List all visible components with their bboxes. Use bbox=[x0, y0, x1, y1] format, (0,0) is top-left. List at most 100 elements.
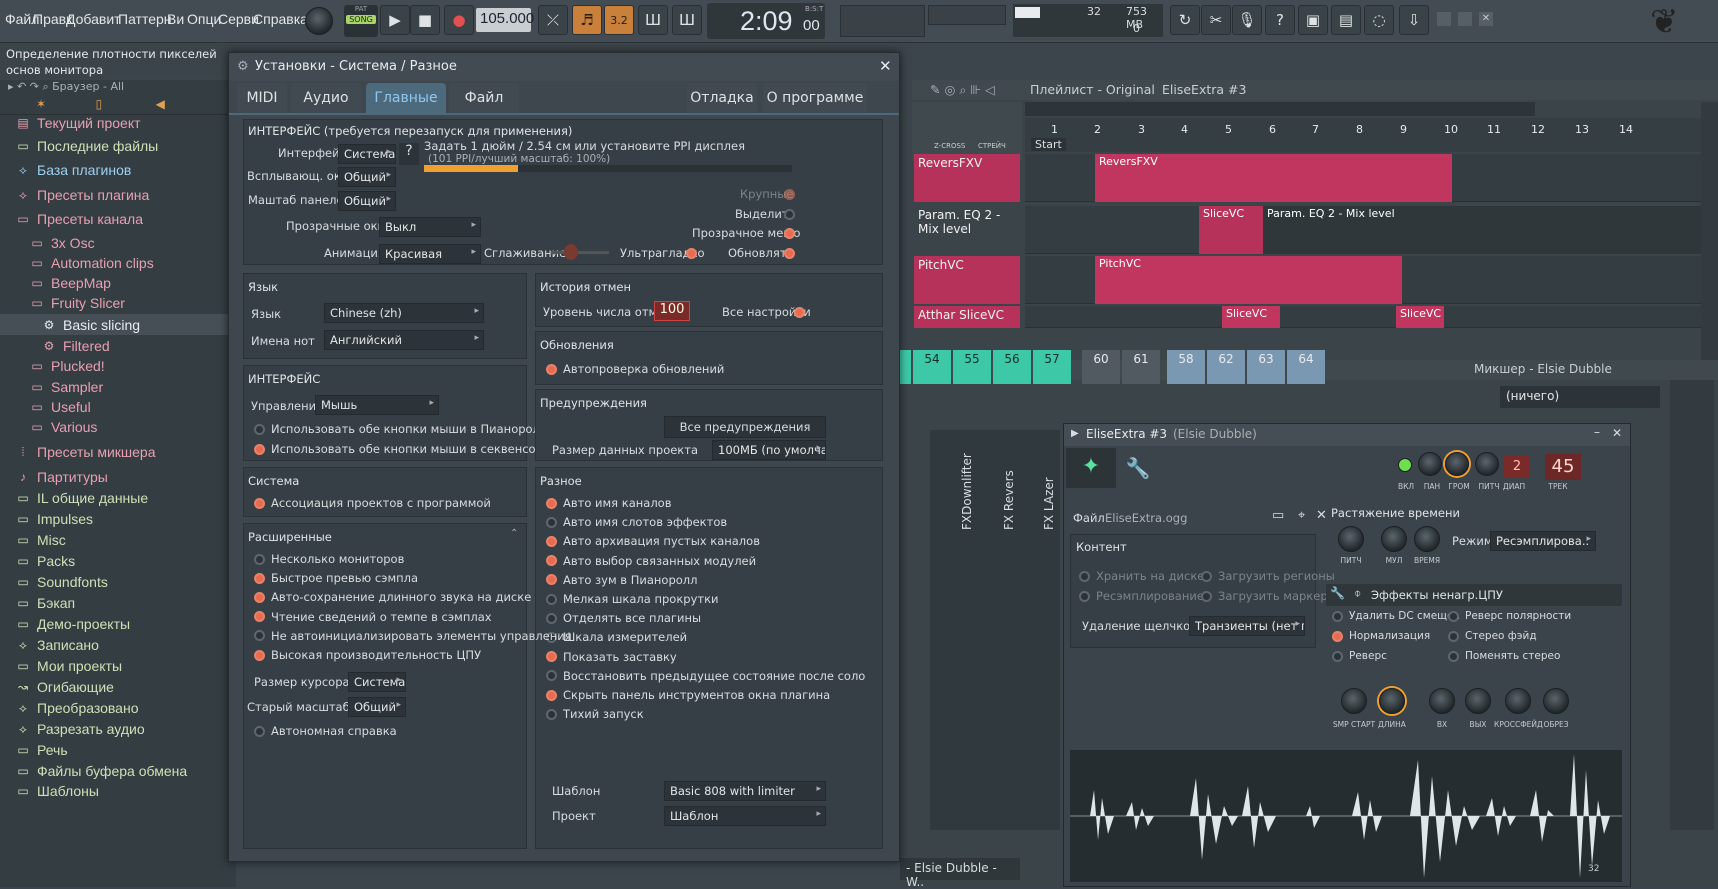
highlight-radio[interactable] bbox=[784, 209, 795, 220]
open-folder-icon[interactable]: ▭ bbox=[1272, 508, 1284, 523]
playlist-clip[interactable]: SliceVC bbox=[1222, 306, 1280, 328]
fx-option[interactable]: Реверс bbox=[1332, 650, 1387, 662]
misc-option[interactable]: Тихий запуск bbox=[546, 707, 644, 721]
restore-icon[interactable] bbox=[1458, 12, 1472, 26]
browser-item[interactable]: ▭ Мои проекты bbox=[0, 655, 236, 676]
browser-item[interactable]: ▭ Fruity Slicer bbox=[0, 292, 236, 313]
cut-icon[interactable]: ✂ bbox=[1201, 5, 1231, 35]
playlist-clip[interactable]: SliceVC bbox=[1396, 306, 1444, 328]
mixer-track-number[interactable]: 56 bbox=[993, 350, 1031, 384]
advanced-option-radio[interactable] bbox=[254, 553, 265, 565]
misc-option[interactable]: Мелкая шкала прокрутки bbox=[546, 592, 719, 606]
pat-song-switch[interactable]: PAT SONG bbox=[344, 5, 378, 37]
mic-icon[interactable]: 🎙 bbox=[1232, 5, 1262, 35]
browser-item[interactable]: ▭ Последние файлы bbox=[0, 135, 236, 156]
chat-icon[interactable]: ◌ bbox=[1364, 5, 1394, 35]
plugin-minimize-icon[interactable]: – bbox=[1594, 425, 1600, 439]
countdown-icon[interactable]: 3.2 bbox=[604, 5, 634, 35]
keep-on-disk-option[interactable]: Хранить на диске bbox=[1079, 569, 1204, 583]
misc-option-radio[interactable] bbox=[546, 593, 557, 605]
browser-item[interactable]: ↝ Огибающие bbox=[0, 676, 236, 697]
advanced-option[interactable]: Высокая производительность ЦПУ bbox=[254, 648, 481, 662]
browser-item[interactable]: ▭ Soundfonts bbox=[0, 571, 236, 592]
misc-option-radio[interactable] bbox=[546, 516, 557, 528]
close-icon[interactable]: ✕ bbox=[1479, 12, 1493, 26]
misc-option[interactable]: Авто имя каналов bbox=[546, 496, 671, 510]
save-icon[interactable]: ▣ bbox=[1298, 5, 1328, 35]
play-button[interactable]: ▶ bbox=[380, 5, 410, 35]
advanced-option[interactable]: Чтение сведений о темпе в сэмплах bbox=[254, 610, 492, 624]
zcross-label[interactable]: Z-CROSS bbox=[934, 142, 965, 150]
advanced-option-radio[interactable] bbox=[254, 611, 265, 623]
browser-item[interactable]: ▭ Пресеты канала bbox=[0, 208, 236, 229]
resample-radio[interactable] bbox=[1079, 590, 1090, 602]
animation-select[interactable]: Красивая bbox=[379, 244, 481, 264]
tab-general[interactable]: Главные bbox=[366, 83, 446, 113]
fx-option[interactable]: Стерео фэйд bbox=[1448, 630, 1537, 642]
transparent-select[interactable]: Выкл bbox=[379, 217, 481, 237]
all-warnings-button[interactable]: Все предупреждения bbox=[664, 416, 826, 438]
advanced-option-radio[interactable] bbox=[254, 591, 265, 603]
browser-item[interactable]: ▭ Useful bbox=[0, 396, 236, 417]
browser-item[interactable]: ⟡ Пресеты плагина bbox=[0, 184, 236, 205]
dialog-close-icon[interactable]: ✕ bbox=[879, 57, 892, 75]
interface-select[interactable]: Система bbox=[338, 144, 396, 164]
misc-option-radio[interactable] bbox=[546, 497, 557, 509]
misc-option-radio[interactable] bbox=[546, 574, 557, 586]
minimize-icon[interactable] bbox=[1437, 12, 1451, 26]
mixer-track-number[interactable]: 60 bbox=[1082, 350, 1120, 384]
sample-knob[interactable] bbox=[1505, 688, 1531, 714]
misc-option[interactable]: Авто зум в Пианоролл bbox=[546, 573, 697, 587]
browser-item[interactable]: ▭ BeepMap bbox=[0, 272, 236, 293]
master-volume-knob[interactable] bbox=[305, 7, 333, 35]
plugin-menu-icon[interactable]: ▶ bbox=[1071, 428, 1079, 439]
mixer-track-number[interactable]: 61 bbox=[1122, 350, 1160, 384]
mixer-fx-select[interactable]: (ничего) bbox=[1500, 386, 1660, 408]
sample-knob[interactable] bbox=[1379, 688, 1405, 714]
track-header[interactable]: Param. EQ 2 - Mix level bbox=[914, 206, 1020, 254]
fx-option-radio[interactable] bbox=[1448, 630, 1459, 642]
notes-select[interactable]: Английский bbox=[324, 330, 484, 350]
misc-option-radio[interactable] bbox=[546, 651, 557, 663]
browser-item[interactable]: ▭ 3x Osc bbox=[0, 232, 236, 253]
auto-update-radio[interactable] bbox=[546, 363, 557, 375]
fx-wrench-icon[interactable]: 🔧 bbox=[1330, 586, 1345, 600]
plugin-knob[interactable] bbox=[1475, 452, 1499, 476]
offline-help-option[interactable]: Автономная справка bbox=[254, 724, 397, 738]
collapse-icon[interactable]: ⌃ bbox=[510, 528, 518, 539]
browser-item[interactable]: ♪ Партитуры bbox=[0, 466, 236, 487]
browser-item[interactable]: ▭ Шаблоны bbox=[0, 780, 236, 801]
track-lane[interactable] bbox=[1025, 306, 1701, 328]
mixer-track-number[interactable]: 64 bbox=[1287, 350, 1325, 384]
resample-option[interactable]: Ресэмплирование bbox=[1079, 589, 1204, 603]
advanced-option[interactable]: Несколько мониторов bbox=[254, 552, 404, 566]
step-edit-icon[interactable]: Ш bbox=[638, 5, 668, 35]
fx-option[interactable]: Поменять стерео bbox=[1448, 650, 1560, 662]
browser-item[interactable]: ⟡ Записано bbox=[0, 634, 236, 655]
old-scale-select[interactable]: Общий bbox=[348, 697, 406, 717]
misc-option[interactable]: Авто выбор связанных модулей bbox=[546, 554, 756, 568]
tab-audio[interactable]: Аудио bbox=[291, 83, 361, 113]
browser-item[interactable]: ⦙ Пресеты микшера bbox=[0, 441, 236, 462]
advanced-option[interactable]: Авто-сохранение длинного звука на диске bbox=[254, 590, 531, 604]
record-button[interactable]: ● bbox=[444, 5, 474, 35]
advanced-option-radio[interactable] bbox=[254, 649, 265, 661]
tab-debug[interactable]: Отладка bbox=[687, 83, 757, 113]
advanced-option[interactable]: Не автоинициализировать элементы управле… bbox=[254, 629, 572, 643]
render-icon[interactable]: ▤ bbox=[1331, 5, 1361, 35]
track-value[interactable]: 45 bbox=[1545, 454, 1581, 480]
plugin-knob[interactable] bbox=[1445, 452, 1469, 476]
playlist-clip[interactable]: ReversFXV bbox=[1095, 154, 1452, 202]
auto-update-option[interactable]: Автопроверка обновлений bbox=[546, 362, 724, 376]
playlist-tools-icon[interactable]: ✎ ◎ ⌕ ⊪ ◁ bbox=[930, 82, 995, 98]
mixer-track-number[interactable]: 58 bbox=[1167, 350, 1205, 384]
sample-knob[interactable] bbox=[1341, 688, 1367, 714]
misc-option[interactable]: Отделять все плагины bbox=[546, 611, 701, 625]
browser-item[interactable]: ▭ Impulses bbox=[0, 508, 236, 529]
browser-nav-icon[interactable]: ▸ ↶ ↷ ⌕ bbox=[8, 80, 52, 93]
browser-item[interactable]: ⟡ Преобразовано bbox=[0, 697, 236, 718]
misc-option[interactable]: Скрыть панель инструментов окна плагина bbox=[546, 688, 830, 702]
browser-item[interactable]: ▭ Файлы буфера обмена bbox=[0, 760, 236, 781]
sample-knob[interactable] bbox=[1429, 688, 1455, 714]
browser-item[interactable]: ▭ IL общие данные bbox=[0, 487, 236, 508]
